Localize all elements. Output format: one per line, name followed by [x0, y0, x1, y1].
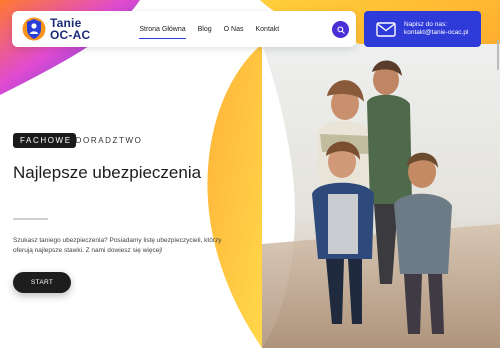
main-nav: Strona Główna Blog O Nas Kontakt — [139, 26, 291, 39]
brand-name-line2: OC-AC — [50, 28, 91, 42]
hero-description: Szukasz taniego ubezpieczenia? Posiadamy… — [13, 237, 222, 254]
nav-item-about[interactable]: O Nas — [224, 26, 244, 33]
hero-title: Najlepsze ubezpieczenia — [13, 163, 202, 182]
contact-email-box[interactable]: Napisz do nas: kontakt@tanie-ocac.pl — [364, 11, 481, 47]
brand-logo[interactable]: Tanie OC-AC — [22, 15, 90, 43]
nav-item-contact[interactable]: Kontakt — [256, 26, 280, 33]
search-icon — [336, 25, 345, 34]
page: Tanie OC-AC Strona Główna Blog O Nas Kon… — [0, 0, 500, 348]
scrollbar-thumb[interactable] — [497, 40, 499, 70]
nav-item-home[interactable]: Strona Główna — [139, 26, 186, 39]
hero-tag-light: DORADZTWO — [75, 136, 143, 145]
hero-divider — [13, 218, 48, 220]
shield-person-icon — [22, 17, 46, 41]
site-header: Tanie OC-AC Strona Główna Blog O Nas Kon… — [12, 11, 356, 47]
nav-item-blog[interactable]: Blog — [198, 26, 212, 33]
search-button[interactable] — [332, 21, 349, 38]
mail-icon — [376, 21, 396, 37]
hero-family-photo — [262, 44, 500, 348]
hero-tagline: FACHOWE DORADZTWO — [13, 133, 143, 148]
contact-email-text: Napisz do nas: kontakt@tanie-ocac.pl — [404, 21, 469, 36]
brand-name: Tanie OC-AC — [50, 17, 90, 41]
hero-tag-dark: FACHOWE — [13, 133, 76, 148]
start-button[interactable]: START — [13, 272, 71, 293]
